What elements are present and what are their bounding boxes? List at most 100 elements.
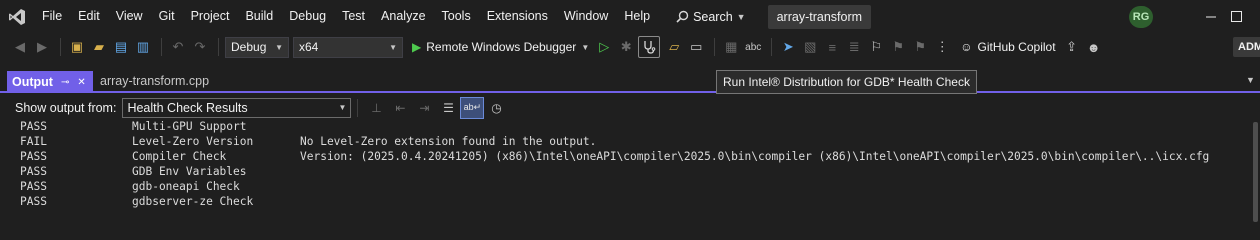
menu-item-git[interactable]: Git xyxy=(151,0,183,33)
menu-item-analyze[interactable]: Analyze xyxy=(373,0,433,33)
menu-item-build[interactable]: Build xyxy=(237,0,281,33)
tab-output-label: Output xyxy=(12,75,53,89)
previous-bookmark-icon[interactable]: ⚑ xyxy=(888,36,908,58)
copilot-icon: ☺ xyxy=(960,40,973,54)
toolbar-separator xyxy=(771,38,773,56)
menu-item-extensions[interactable]: Extensions xyxy=(479,0,556,33)
visual-studio-logo-icon[interactable] xyxy=(0,0,34,33)
minimize-icon[interactable] xyxy=(1197,0,1225,33)
comment-icon[interactable]: ≡ xyxy=(822,36,842,58)
open-folder-icon[interactable]: ▰ xyxy=(89,36,109,58)
output-line-status: PASS xyxy=(20,195,47,208)
show-output-label: Show output from: xyxy=(15,100,117,115)
folder-search-icon[interactable]: ▱ xyxy=(664,36,684,58)
find-message-icon[interactable]: ⊥ xyxy=(364,97,388,119)
output-line-status: PASS xyxy=(20,150,47,163)
chevron-down-icon[interactable]: ▼ xyxy=(1246,75,1255,85)
format-document-icon[interactable]: ▧ xyxy=(800,36,820,58)
admin-badge: ADM xyxy=(1233,37,1260,57)
output-source-value: Health Check Results xyxy=(127,100,248,115)
output-line-check: Compiler Check xyxy=(132,150,227,163)
toolbar-separator xyxy=(161,38,162,56)
search-box[interactable]: Search ▼ xyxy=(668,5,754,29)
hot-reload-icon[interactable]: ✱ xyxy=(616,36,636,58)
user-avatar[interactable]: RG xyxy=(1129,6,1153,28)
output-line-check: Multi-GPU Support xyxy=(132,120,247,133)
save-all-icon[interactable]: ▥ xyxy=(133,36,153,58)
chevron-down-icon: ▼ xyxy=(389,42,397,52)
toolbar-separator xyxy=(357,98,359,117)
share-icon[interactable]: ⇪ xyxy=(1062,36,1082,58)
menu-item-help[interactable]: Help xyxy=(616,0,658,33)
output-line-check: gdb-oneapi Check xyxy=(132,180,240,193)
debugger-label: Remote Windows Debugger xyxy=(426,40,577,54)
clock-icon[interactable]: ◷ xyxy=(484,97,508,119)
uncomment-icon[interactable]: ≣ xyxy=(844,36,864,58)
github-copilot-button[interactable]: ☺ GitHub Copilot xyxy=(960,40,1055,54)
output-line-message: Version: (2025.0.4.20241205) (x86)\Intel… xyxy=(300,150,1210,163)
navigate-forward-icon[interactable]: ▶ xyxy=(32,36,52,58)
chevron-down-icon: ▼ xyxy=(581,42,590,52)
menu-item-project[interactable]: Project xyxy=(183,0,238,33)
clear-all-icon[interactable]: ☰ xyxy=(436,97,460,119)
document-outline-icon[interactable]: ▦ xyxy=(721,36,741,58)
main-menu: File Edit View Git Project Build Debug Test Anal… xyxy=(34,0,658,33)
spell-check-icon[interactable]: abc xyxy=(743,36,763,58)
standard-toolbar: ◀ ▶ ▣ ▰ ▤ ▥ ↶ ↷ Debug ▼ x64 ▼ ▶ Remote W… xyxy=(0,33,1260,61)
configuration-value: Debug xyxy=(231,40,267,54)
menu-item-test[interactable]: Test xyxy=(334,0,373,33)
pointer-tool-icon[interactable]: ➤ xyxy=(778,36,798,58)
copilot-label: GitHub Copilot xyxy=(977,40,1056,54)
start-without-debugging-icon[interactable]: ▷ xyxy=(594,36,614,58)
play-icon: ▶ xyxy=(412,40,422,54)
new-project-icon[interactable]: ▣ xyxy=(67,36,87,58)
save-icon[interactable]: ▤ xyxy=(111,36,131,58)
menu-item-debug[interactable]: Debug xyxy=(281,0,334,33)
output-line-status: FAIL xyxy=(20,135,47,148)
maximize-icon[interactable] xyxy=(1222,0,1250,33)
solution-name[interactable]: array-transform xyxy=(767,4,872,29)
gdb-health-check-button[interactable] xyxy=(638,36,661,58)
menu-item-edit[interactable]: Edit xyxy=(70,0,108,33)
output-line-status: PASS xyxy=(20,120,47,133)
vertical-scrollbar[interactable] xyxy=(1253,122,1258,222)
search-icon xyxy=(676,10,689,23)
tab-output[interactable]: Output ⊸ ✕ xyxy=(7,71,93,93)
search-label: Search xyxy=(693,9,733,24)
output-source-select[interactable]: Health Check Results ▼ xyxy=(122,97,352,118)
output-text-area[interactable]: PASS Multi-GPU Support FAIL Level-Zero Vers… xyxy=(0,120,1260,235)
menu-item-file[interactable]: File xyxy=(34,0,70,33)
feedback-icon[interactable]: ☻ xyxy=(1084,36,1104,58)
chevron-down-icon: ▼ xyxy=(736,11,746,22)
toolbar-separator xyxy=(714,38,716,56)
toolbar-overflow-icon[interactable]: ⋮ xyxy=(932,36,952,58)
redo-icon[interactable]: ↷ xyxy=(190,36,210,58)
platform-select[interactable]: x64 ▼ xyxy=(293,36,403,58)
output-line-status: PASS xyxy=(20,180,47,193)
menu-item-view[interactable]: View xyxy=(108,0,151,33)
output-line-check: gdbserver-ze Check xyxy=(132,195,254,208)
word-wrap-icon[interactable]: ab↵ xyxy=(460,96,485,119)
pin-icon[interactable]: ⊸ xyxy=(61,77,69,88)
tab-array-transform-cpp[interactable]: array-transform.cpp xyxy=(100,71,209,91)
output-line-check: GDB Env Variables xyxy=(132,165,247,178)
configuration-select[interactable]: Debug ▼ xyxy=(225,36,289,58)
undo-icon[interactable]: ↶ xyxy=(168,36,188,58)
previous-message-icon[interactable]: ⇤ xyxy=(388,97,412,119)
next-message-icon[interactable]: ⇥ xyxy=(412,97,436,119)
output-line-status: PASS xyxy=(20,165,47,178)
bookmark-icon[interactable]: ⚐ xyxy=(866,36,886,58)
close-icon[interactable]: ✕ xyxy=(77,77,85,88)
start-debugging-button[interactable]: ▶ Remote Windows Debugger ▼ xyxy=(407,36,594,58)
chevron-down-icon: ▼ xyxy=(338,103,347,112)
output-toolbar: Show output from: Health Check Results ▼… xyxy=(0,95,1260,120)
stethoscope-icon xyxy=(644,41,656,54)
navigate-back-icon[interactable]: ◀ xyxy=(10,36,30,58)
menu-item-tools[interactable]: Tools xyxy=(434,0,479,33)
menu-item-window[interactable]: Window xyxy=(556,0,616,33)
health-check-tooltip: Run Intel® Distribution for GDB* Health … xyxy=(716,70,977,94)
toolbar-separator xyxy=(60,38,61,56)
browser-link-icon[interactable]: ▭ xyxy=(686,36,706,58)
next-bookmark-icon[interactable]: ⚑ xyxy=(910,36,930,58)
output-line-message: No Level-Zero extension found in the out… xyxy=(300,135,597,148)
